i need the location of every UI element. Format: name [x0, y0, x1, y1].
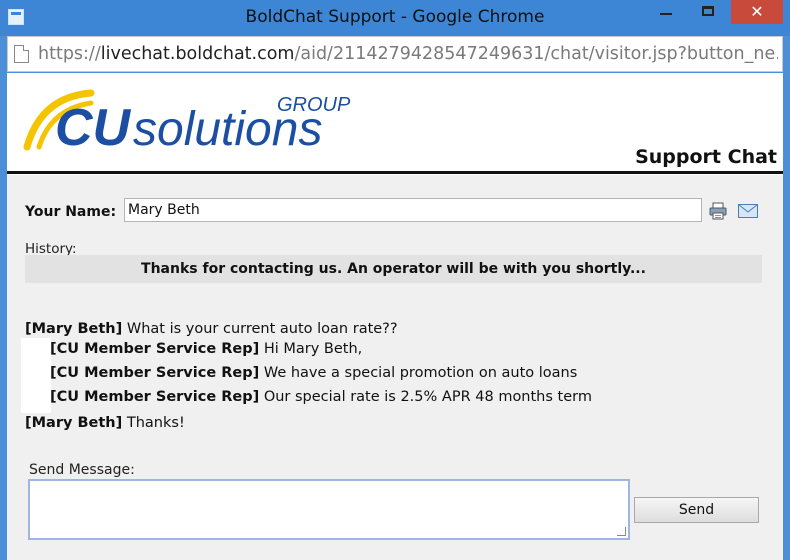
email-icon[interactable] — [738, 204, 758, 218]
message-text: Our special rate is 2.5% APR 48 months t… — [259, 389, 592, 405]
maximize-icon — [702, 6, 714, 16]
send-message-label: Send Message: — [29, 462, 135, 478]
chat-message: [Mary Beth] What is your current auto lo… — [25, 321, 398, 337]
page-title: Support Chat — [635, 146, 777, 168]
logo-group: GROUP — [277, 94, 351, 116]
message-text: What is your current auto loan rate?? — [122, 321, 398, 337]
message-text: Thanks! — [122, 415, 185, 431]
greeting-banner: Thanks for contacting us. An operator wi… — [25, 255, 762, 283]
header-divider — [7, 171, 783, 174]
page-icon — [14, 45, 29, 63]
message-sender: [Mary Beth] — [25, 321, 123, 337]
message-sender: [CU Member Service Rep] — [50, 365, 260, 381]
url-text[interactable]: https://livechat.boldchat.com/aid/211427… — [38, 44, 778, 64]
window-titlebar: BoldChat Support - Google Chrome ✕ — [0, 0, 790, 36]
chat-message: [CU Member Service Rep] Hi Mary Beth, — [50, 341, 362, 357]
close-button[interactable]: ✕ — [731, 0, 783, 24]
url-host: livechat.boldchat.com — [100, 44, 295, 64]
chat-message: [Mary Beth] Thanks! — [25, 415, 185, 431]
print-icon[interactable] — [709, 202, 727, 220]
minimize-icon — [660, 13, 672, 15]
chat-message: [CU Member Service Rep] We have a specia… — [50, 365, 577, 381]
window-frame-right — [783, 36, 790, 560]
message-sender: [CU Member Service Rep] — [50, 389, 260, 405]
name-input[interactable] — [124, 198, 702, 222]
page-content: CU solutions GROUP Support Chat Your Nam… — [7, 73, 783, 560]
message-sender: [Mary Beth] — [25, 415, 123, 431]
history-gutter — [21, 338, 51, 413]
message-textarea[interactable] — [28, 479, 630, 540]
window-frame-left — [0, 36, 7, 560]
name-label: Your Name: — [25, 204, 117, 220]
header-area: CU solutions GROUP Support Chat — [7, 73, 783, 174]
chat-panel: Your Name: History: Thanks for contactin… — [7, 175, 783, 560]
message-text: Hi Mary Beth, — [259, 341, 363, 357]
url-path: /aid/2114279428547249631/chat/visitor.js… — [294, 44, 778, 64]
message-sender: [CU Member Service Rep] — [50, 341, 260, 357]
close-icon: ✕ — [750, 2, 764, 21]
chat-message: [CU Member Service Rep] Our special rate… — [50, 389, 592, 405]
logo-cu: CU — [55, 99, 132, 153]
url-protocol: https:// — [38, 44, 101, 64]
maximize-button[interactable] — [692, 0, 724, 24]
minimize-button[interactable] — [650, 0, 682, 24]
send-button[interactable]: Send — [634, 497, 759, 523]
cu-solutions-logo: CU solutions GROUP — [23, 89, 351, 153]
address-bar[interactable]: https://livechat.boldchat.com/aid/211427… — [7, 36, 783, 72]
message-text: We have a special promotion on auto loan… — [259, 365, 578, 381]
